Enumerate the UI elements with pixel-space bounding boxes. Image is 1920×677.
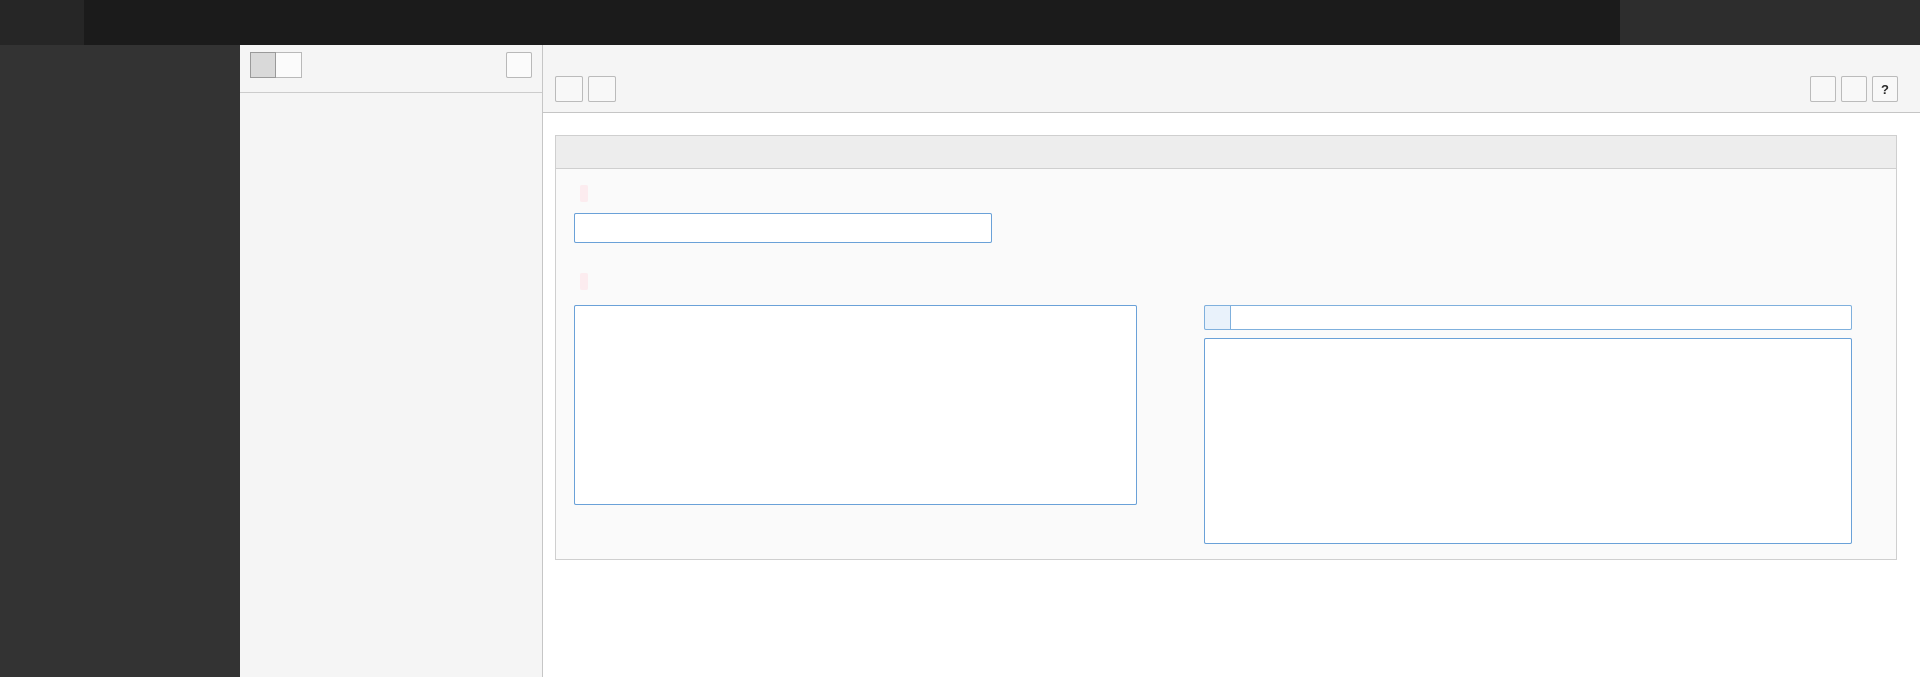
search-icon [1635,12,1651,34]
system-information-icon[interactable] [1529,12,1559,34]
title-field-flag [580,185,588,202]
top-bar [0,0,1920,45]
open-in-new-window-button[interactable] [1810,76,1836,102]
region-record-icon [1867,569,1883,585]
topbar-toggle-group [0,0,84,45]
record-footer [555,569,1897,585]
folder-icon [1878,54,1893,69]
bookmarks-icon[interactable] [1439,12,1469,34]
available-items-filter-input[interactable] [1231,305,1852,330]
available-items-list[interactable] [1204,338,1852,544]
breadcrumb [555,51,1898,71]
selected-items-list[interactable] [574,305,1137,505]
tree-toolbar [240,45,542,93]
refresh-tree-button[interactable] [506,52,532,78]
title-input[interactable] [574,213,992,243]
new-page-button[interactable] [250,52,276,78]
topbar-actions [1439,0,1559,45]
filter-tree-button[interactable] [276,52,302,78]
avatar [1573,12,1595,34]
page-tree-panel [240,45,543,677]
filter-funnel-icon[interactable] [1204,305,1231,330]
save-button[interactable] [588,76,616,102]
typo3-logo-icon [97,12,119,34]
doc-header: ? [543,45,1920,113]
page-tree [240,93,542,101]
bookmark-button[interactable] [1841,76,1867,102]
content-area: ? [543,45,1920,677]
navigation-toggle-icon[interactable] [49,12,71,34]
clear-cache-icon[interactable] [1469,12,1499,34]
tab-bar [556,136,1896,169]
form-panel [555,135,1897,560]
clear-input-icon[interactable] [969,222,982,235]
help-icon[interactable] [1499,12,1529,34]
help-button[interactable]: ? [1872,76,1898,102]
modulemenu-toggle-icon[interactable] [13,12,35,34]
module-sidebar [0,45,240,677]
search-input[interactable] [1620,0,1920,45]
site-brand[interactable] [84,0,129,45]
countries-field-flag [580,273,588,290]
close-button[interactable] [555,76,583,102]
user-menu[interactable] [1559,0,1620,45]
